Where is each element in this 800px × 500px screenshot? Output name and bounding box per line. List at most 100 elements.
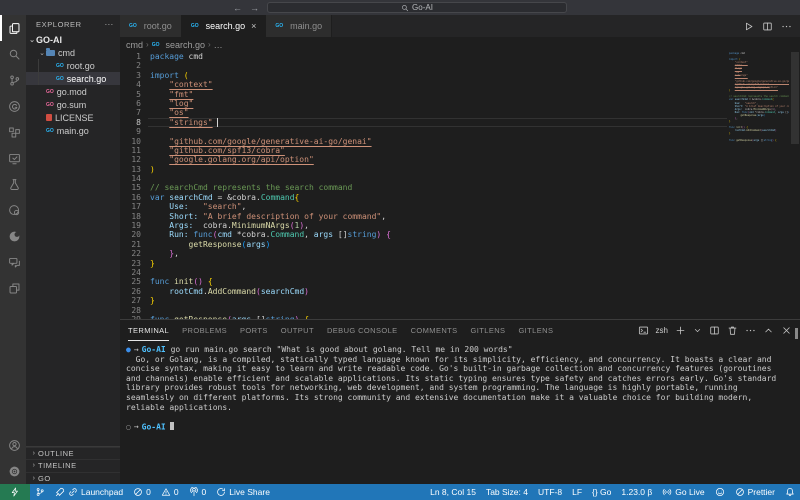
breadcrumb-item[interactable]: … bbox=[214, 40, 223, 50]
terminal-scrollbar[interactable] bbox=[795, 328, 798, 339]
status-gitlens-status[interactable] bbox=[30, 484, 50, 500]
status-encoding[interactable]: UTF-8 bbox=[533, 484, 567, 500]
tree-item-main-go[interactable]: GOmain.go bbox=[26, 124, 120, 137]
account-icon bbox=[8, 439, 21, 452]
tab-main-go[interactable]: GOmain.go bbox=[266, 15, 332, 37]
activity-account[interactable] bbox=[0, 432, 26, 458]
panel-tab-gitlens-2[interactable]: GITLENS bbox=[518, 320, 553, 341]
breadcrumb-item[interactable]: search.go bbox=[165, 40, 205, 50]
status-label: Tab Size: 4 bbox=[486, 487, 528, 497]
run-button[interactable] bbox=[743, 21, 754, 32]
forward-arrow-icon[interactable]: → bbox=[250, 3, 259, 13]
status-go-live[interactable]: Go Live bbox=[657, 484, 709, 500]
more-actions-button[interactable] bbox=[781, 21, 792, 32]
status-warnings[interactable]: 0 bbox=[156, 484, 184, 500]
status-ports[interactable]: 0 bbox=[184, 484, 212, 500]
panel-tab-output[interactable]: OUTPUT bbox=[281, 320, 314, 341]
status-errors[interactable]: 0 bbox=[128, 484, 156, 500]
activity-live-preview[interactable] bbox=[0, 197, 26, 223]
status-live-share[interactable]: Live Share bbox=[211, 484, 275, 500]
split-editor-button[interactable] bbox=[762, 21, 773, 32]
new-terminal-button[interactable] bbox=[675, 325, 686, 336]
panel-tab-comments[interactable]: COMMENTS bbox=[411, 320, 458, 341]
shell-name[interactable]: zsh bbox=[656, 326, 668, 335]
code-line-29: func getResponse(args []string) { bbox=[727, 139, 789, 142]
line-number-3: 3 bbox=[120, 71, 141, 80]
status-remote[interactable] bbox=[0, 484, 30, 500]
status-language-mode[interactable]: {} Go bbox=[587, 484, 616, 500]
status-go-version[interactable]: 1.23.0 β bbox=[616, 484, 657, 500]
go-mod-icon: GO bbox=[46, 102, 54, 108]
tree-item-license[interactable]: LICENSE bbox=[26, 111, 120, 124]
maximize-panel-button[interactable] bbox=[763, 325, 774, 336]
activity-comments[interactable] bbox=[0, 249, 26, 275]
panel-tab-problems[interactable]: PROBLEMS bbox=[182, 320, 227, 341]
activity-gitlens[interactable] bbox=[0, 93, 26, 119]
sidebar-section-timeline[interactable]: ›TIMELINE bbox=[26, 459, 120, 472]
code-line-14 bbox=[148, 174, 727, 183]
tree-item-label: go.mod bbox=[57, 87, 87, 97]
activity-explorer[interactable] bbox=[0, 15, 26, 41]
code-editor[interactable]: 1234567891011121314151617181920212223242… bbox=[120, 52, 800, 319]
sidebar-section-go[interactable]: ›GO bbox=[26, 472, 120, 485]
close-icon[interactable]: × bbox=[251, 21, 256, 31]
tab-root-go[interactable]: GOroot.go bbox=[120, 15, 182, 37]
folder-icon bbox=[46, 50, 55, 56]
status-prettier[interactable]: Prettier bbox=[730, 484, 780, 500]
panel-more-button[interactable] bbox=[745, 325, 756, 336]
source-control-icon bbox=[8, 74, 21, 87]
breadcrumb-item[interactable]: cmd bbox=[126, 40, 143, 50]
activity-settings[interactable] bbox=[0, 458, 26, 484]
tree-item-cmd[interactable]: ⌄cmd bbox=[26, 46, 120, 59]
kill-terminal-button[interactable] bbox=[727, 325, 738, 336]
activity-copilot[interactable] bbox=[0, 223, 26, 249]
status-feedback[interactable] bbox=[710, 484, 730, 500]
activity-bar bbox=[0, 15, 26, 484]
panel-tab-debug-console[interactable]: DEBUG CONSOLE bbox=[327, 320, 398, 341]
minimap[interactable]: package cmdimport ( "context" "fmt" "log… bbox=[727, 52, 789, 319]
vscode-window: ← → Go-AI EXPLORER ⋯ ⌄GO-AI⌄cmdGOroot.go… bbox=[0, 0, 800, 500]
status-tab-size[interactable]: Tab Size: 4 bbox=[481, 484, 533, 500]
close-panel-button[interactable] bbox=[781, 325, 792, 336]
tab-label: search.go bbox=[206, 21, 246, 31]
status-label: Prettier bbox=[748, 487, 775, 497]
tree-item-go-sum[interactable]: GOgo.sum bbox=[26, 98, 120, 111]
panel-tab-terminal[interactable]: TERMINAL bbox=[128, 320, 169, 341]
tab-search-go[interactable]: GOsearch.go× bbox=[182, 15, 267, 37]
panel-tab-ports[interactable]: PORTS bbox=[240, 320, 268, 341]
activity-source-control[interactable] bbox=[0, 67, 26, 93]
status-cursor-position[interactable]: Ln 8, Col 15 bbox=[425, 484, 481, 500]
warning-icon bbox=[161, 487, 171, 497]
back-arrow-icon[interactable]: ← bbox=[233, 3, 242, 13]
terminal-profile-dropdown[interactable] bbox=[693, 326, 702, 335]
lightning-icon bbox=[10, 487, 20, 497]
split-terminal-button[interactable] bbox=[709, 325, 720, 336]
indent-guide bbox=[38, 59, 39, 85]
sidebar-section-outline[interactable]: ›OUTLINE bbox=[26, 447, 120, 460]
tree-item-label: root.go bbox=[67, 61, 95, 71]
panel-tab-gitlens[interactable]: GITLENS bbox=[471, 320, 506, 341]
activity-search[interactable] bbox=[0, 41, 26, 67]
line-number-11: 11 bbox=[120, 146, 141, 155]
explorer-more-actions[interactable]: ⋯ bbox=[104, 19, 114, 30]
go-file-icon: GO bbox=[56, 63, 64, 69]
line-number-15: 15 bbox=[120, 183, 141, 192]
breadcrumb[interactable]: cmd›GOsearch.go›… bbox=[120, 37, 800, 52]
tree-item-root-go[interactable]: GOroot.go bbox=[26, 59, 120, 72]
explorer-sidebar: EXPLORER ⋯ ⌄GO-AI⌄cmdGOroot.goGOsearch.g… bbox=[26, 15, 120, 484]
tree-item-go-ai[interactable]: ⌄GO-AI bbox=[26, 33, 120, 46]
chevron-right-icon: › bbox=[30, 450, 38, 457]
status-eol[interactable]: LF bbox=[567, 484, 587, 500]
status-launchpad[interactable]: Launchpad bbox=[50, 484, 128, 500]
activity-extensions[interactable] bbox=[0, 119, 26, 145]
activity-remote-explorer[interactable] bbox=[0, 145, 26, 171]
editor-scrollbar[interactable] bbox=[790, 52, 800, 319]
activity-testing[interactable] bbox=[0, 171, 26, 197]
activity-workspaces[interactable] bbox=[0, 275, 26, 301]
command-center-search[interactable]: Go-AI bbox=[267, 2, 567, 13]
terminal[interactable]: ●→Go-AI go run main.go search "What is g… bbox=[120, 341, 800, 484]
tree-item-search-go[interactable]: GOsearch.go bbox=[26, 72, 120, 85]
editor-group: GOroot.goGOsearch.go×GOmain.go cmd›GOsea… bbox=[120, 15, 800, 484]
status-notifications[interactable] bbox=[780, 484, 800, 500]
tree-item-go-mod[interactable]: GOgo.mod bbox=[26, 85, 120, 98]
